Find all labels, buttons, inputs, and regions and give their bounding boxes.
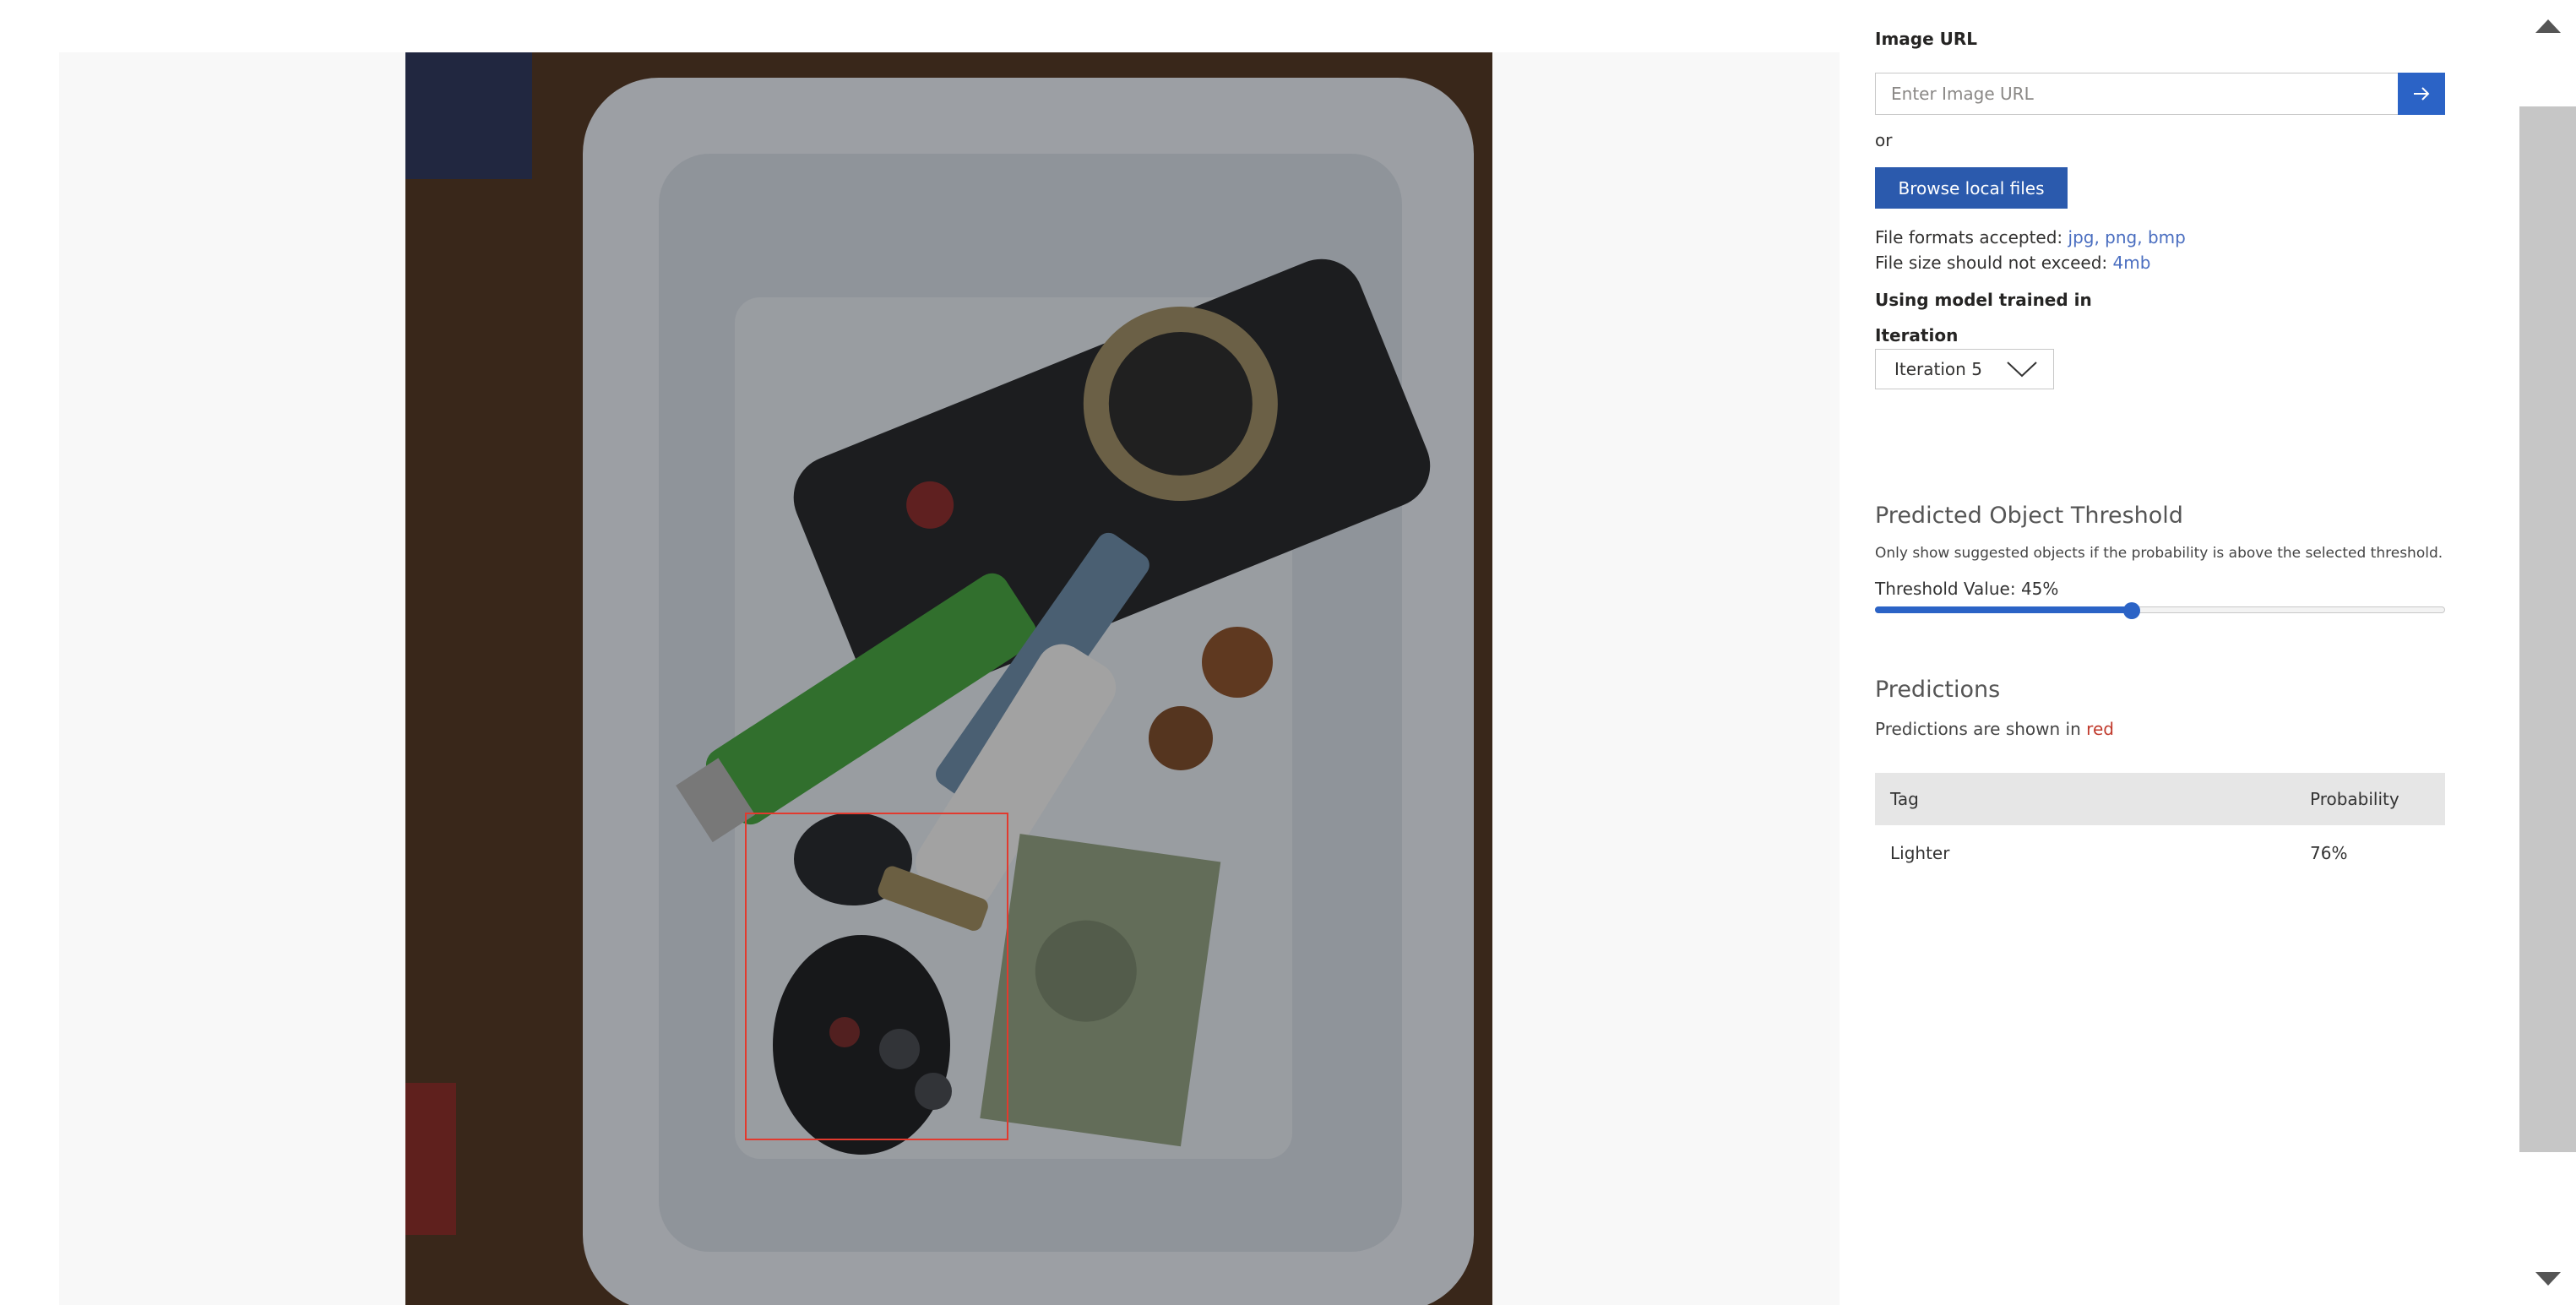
column-header-tag: Tag xyxy=(1875,773,2295,825)
file-formats-line: File formats accepted: jpg, png, bmp xyxy=(1875,225,2186,250)
submit-url-button[interactable] xyxy=(2398,73,2445,115)
prediction-bounding-box[interactable] xyxy=(745,813,1008,1140)
predictions-header-row: Tag Probability xyxy=(1875,773,2445,825)
image-url-row xyxy=(1875,73,2445,115)
table-row[interactable]: Lighter 76% xyxy=(1875,825,2445,881)
file-formats-value: jpg, png, bmp xyxy=(2068,227,2186,247)
settings-panel: Image URL or Browse local files File for… xyxy=(1875,0,2449,1305)
or-separator: or xyxy=(1875,130,1893,150)
slider-thumb[interactable] xyxy=(2122,602,2140,619)
threshold-description: Only show suggested objects if the proba… xyxy=(1875,545,2443,562)
vertical-scrollbar[interactable] xyxy=(2519,0,2576,1305)
scroll-up-button[interactable] xyxy=(2519,0,2576,52)
prediction-tag: Lighter xyxy=(1890,843,1950,863)
iteration-selected-value: Iteration 5 xyxy=(1894,359,1982,379)
file-size-label: File size should not exceed: xyxy=(1875,253,2113,273)
prediction-probability: 76% xyxy=(2310,843,2348,863)
file-size-value: 4mb xyxy=(2112,253,2151,273)
slider-fill xyxy=(1875,606,2132,613)
iteration-dropdown[interactable]: Iteration 5 xyxy=(1875,349,2054,389)
predictions-note: Predictions are shown in red xyxy=(1875,719,2114,739)
threshold-value-label: Threshold Value: 45% xyxy=(1875,579,2059,599)
threshold-slider[interactable] xyxy=(1875,602,2445,619)
model-label: Using model trained in xyxy=(1875,290,2092,310)
scrollbar-thumb[interactable] xyxy=(2519,106,2576,1152)
predictions-title: Predictions xyxy=(1875,677,2001,703)
image-viewer xyxy=(59,52,1840,1305)
triangle-down-icon xyxy=(2535,1272,2561,1286)
arrow-right-icon xyxy=(2414,87,2430,101)
file-formats-label: File formats accepted: xyxy=(1875,227,2068,247)
image-url-input[interactable] xyxy=(1875,73,2398,115)
file-requirements: File formats accepted: jpg, png, bmp Fil… xyxy=(1875,225,2186,275)
predictions-table: Tag Probability Lighter 76% xyxy=(1875,773,2445,881)
file-size-line: File size should not exceed: 4mb xyxy=(1875,250,2186,275)
scroll-down-button[interactable] xyxy=(2519,1253,2576,1305)
column-header-probability: Probability xyxy=(2295,773,2445,825)
triangle-up-icon xyxy=(2535,19,2561,33)
iteration-label: Iteration xyxy=(1875,325,1959,345)
browse-local-files-button[interactable]: Browse local files xyxy=(1875,167,2068,209)
chevron-down-icon xyxy=(2007,362,2037,378)
image-url-label: Image URL xyxy=(1875,29,1978,49)
predictions-note-color: red xyxy=(2086,719,2114,739)
predictions-note-text: Predictions are shown in xyxy=(1875,719,2087,739)
uploaded-photo xyxy=(405,52,1492,1305)
threshold-title: Predicted Object Threshold xyxy=(1875,503,2183,529)
